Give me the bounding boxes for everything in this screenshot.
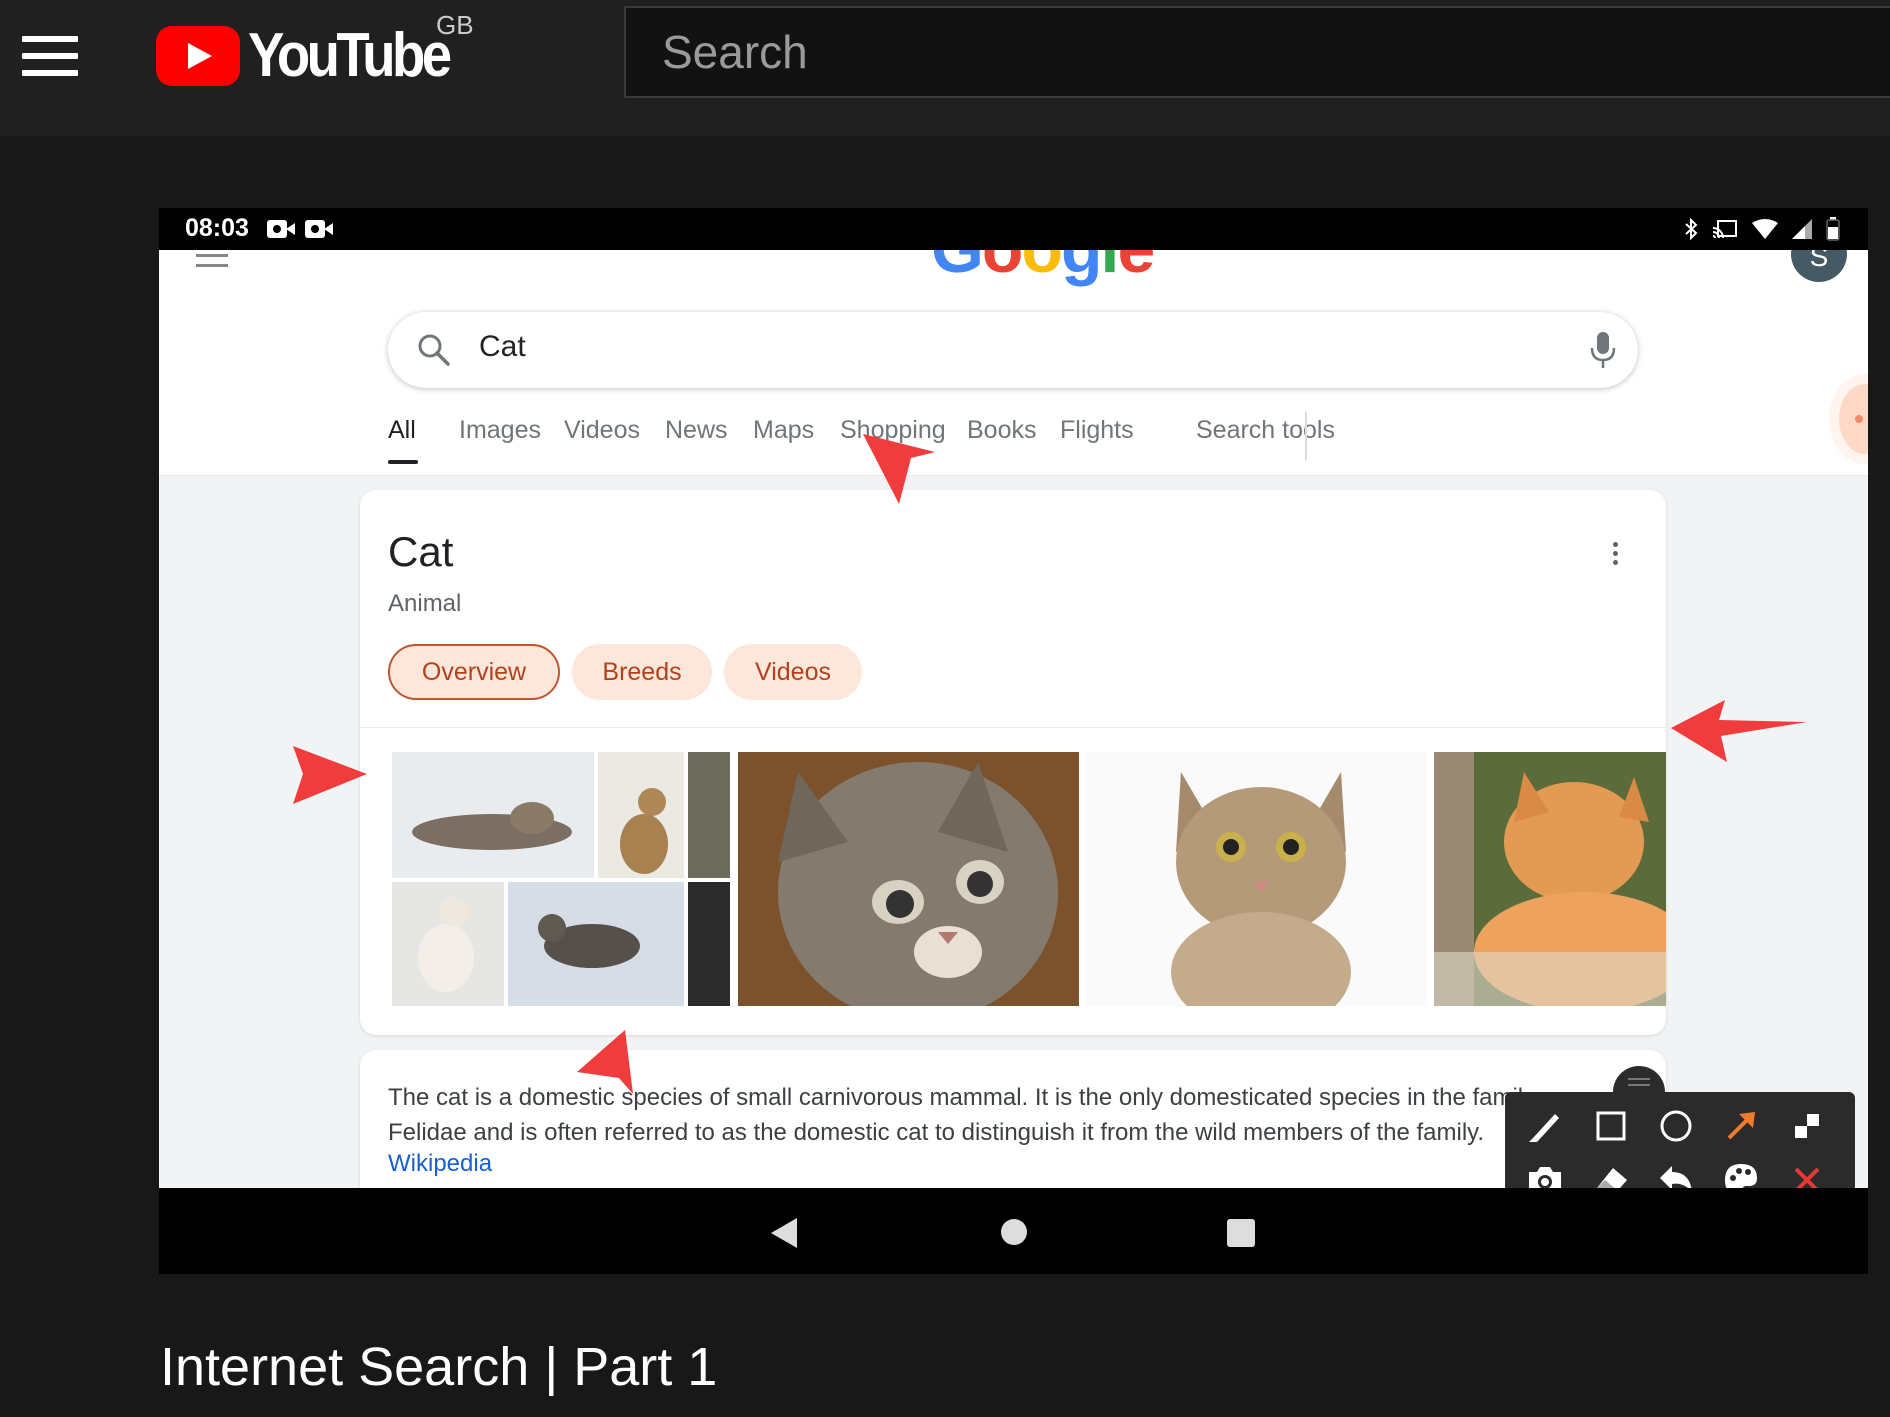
knowledge-panel-subtitle: Animal [388,590,462,617]
image-carousel [392,752,1666,1006]
search-input[interactable] [662,26,1662,78]
search-query[interactable]: Cat [479,330,526,364]
video-camera-icon [305,220,333,238]
tab-images[interactable]: Images [459,416,541,445]
tab-all[interactable]: All [388,416,418,464]
country-code: GB [436,10,474,40]
description-card: The cat is a domestic species of small c… [360,1050,1666,1188]
account-avatar[interactable]: S [1791,250,1847,282]
tab-news[interactable]: News [665,416,728,445]
close-icon[interactable] [1787,1160,1827,1188]
youtube-play-icon [156,26,240,86]
card-divider [360,727,1666,728]
google-search-bar[interactable]: Cat [388,312,1638,388]
tab-flights[interactable]: Flights [1060,416,1134,445]
annotation-arrow-icon [863,434,935,504]
bluetooth-icon [1685,218,1698,240]
menu-icon[interactable] [196,254,228,268]
more-options-icon[interactable] [1610,542,1620,568]
video-player[interactable]: 08:03 Google S Cat All Images [159,208,1868,1274]
video-camera-icon [267,220,295,238]
cat-collage-image[interactable] [392,752,730,1006]
video-title: Internet Search | Part 1 [160,1337,718,1397]
mosaic-icon[interactable] [1787,1106,1827,1146]
eraser-icon[interactable] [1591,1160,1631,1188]
annotation-arrow-icon [1671,700,1807,762]
chip-breeds[interactable]: Breeds [572,644,712,700]
tab-videos[interactable]: Videos [564,416,640,445]
arrow-icon[interactable] [1721,1106,1761,1146]
header-divider [159,475,1868,476]
tabby-kitten-image[interactable] [738,752,1079,1006]
cast-icon [1712,220,1737,239]
camera-icon[interactable] [1525,1160,1565,1188]
status-time: 08:03 [185,214,249,242]
battery-icon [1826,217,1840,241]
annotation-arrow-icon [577,1030,633,1094]
chip-overview[interactable]: Overview [388,644,560,700]
annotation-arrow-icon [293,746,367,804]
search-box[interactable] [624,6,1890,98]
wikipedia-link[interactable]: Wikipedia [388,1150,492,1178]
pen-icon[interactable] [1525,1106,1565,1146]
search-tools-button[interactable]: Search tools [1196,416,1335,445]
circle-icon[interactable] [1656,1106,1696,1146]
tab-separator [1305,412,1307,460]
orange-cat-sleeping-image[interactable] [1434,752,1666,1006]
tab-books[interactable]: Books [967,416,1036,445]
signal-icon [1792,219,1812,239]
tab-maps[interactable]: Maps [753,416,814,445]
phone-screen: Google S Cat All Images Videos News Maps… [159,250,1868,1188]
active-tab-indicator [388,460,418,464]
knowledge-panel: Cat Animal Overview Breeds Videos [360,490,1666,1035]
palette-icon[interactable] [1721,1160,1761,1188]
android-nav-bar [159,1188,1868,1274]
hamburger-menu-icon[interactable] [22,36,78,76]
google-header: Google S Cat All Images Videos News Maps… [159,250,1868,476]
description-line-2: Felidae and is often referred to as the … [388,1119,1485,1146]
youtube-header: YouTube GB [0,0,1890,136]
tabby-cat-front-image[interactable] [1086,752,1427,1006]
rectangle-icon[interactable] [1591,1106,1631,1146]
search-icon [418,334,450,366]
android-status-bar: 08:03 [159,208,1868,250]
chip-videos[interactable]: Videos [724,644,862,700]
youtube-wordmark: YouTube [248,21,452,90]
wifi-icon [1752,219,1778,239]
description-text: The cat is a domestic species of small c… [388,1080,1628,1150]
back-icon[interactable] [771,1218,797,1248]
recents-icon[interactable] [1227,1219,1255,1247]
home-icon[interactable] [1001,1219,1027,1245]
undo-icon[interactable] [1656,1160,1696,1188]
google-logo[interactable]: Google [931,250,1155,288]
youtube-logo[interactable]: YouTube [156,21,476,94]
knowledge-panel-title: Cat [388,528,454,575]
microphone-icon[interactable] [1588,330,1618,370]
drawing-toolbar [1505,1092,1855,1188]
description-line-1: The cat is a domestic species of small c… [388,1084,1536,1111]
